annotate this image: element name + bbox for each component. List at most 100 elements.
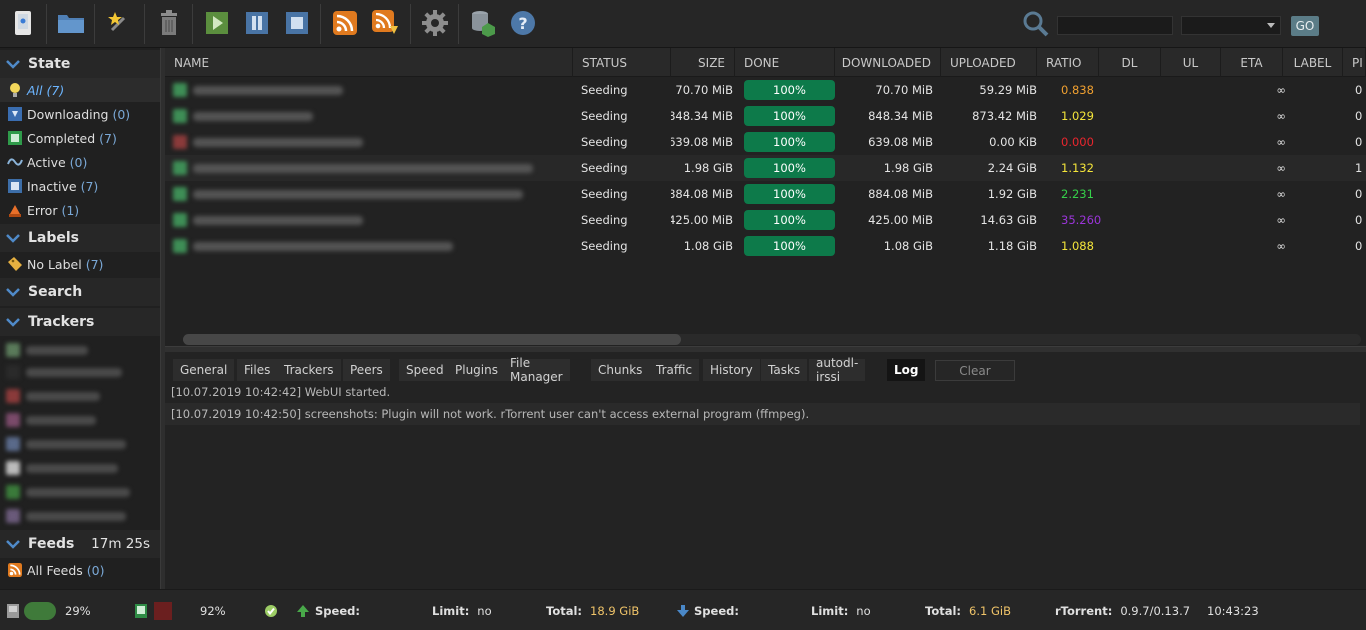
database-icon[interactable] <box>468 8 498 38</box>
go-button[interactable]: GO <box>1291 16 1319 36</box>
torrent-row[interactable]: Seeding 425.00 MiB 100% 425.00 MiB 14.63 GiB… <box>165 207 1366 233</box>
column-header-name[interactable]: NAME <box>165 48 573 77</box>
toolbar: ? GO <box>0 0 1366 48</box>
tracker-item[interactable] <box>6 342 88 358</box>
state-header[interactable]: State <box>0 50 160 78</box>
search-engine-select[interactable] <box>1181 16 1281 35</box>
torrent-status: Seeding <box>581 239 628 253</box>
chevron-down-icon <box>1267 23 1275 28</box>
disk-usage-bar <box>24 590 56 630</box>
tab-tasks[interactable]: Tasks <box>761 359 808 381</box>
rss-icon <box>7 562 23 578</box>
rss-icon[interactable] <box>330 8 360 38</box>
torrent-size: 639.08 MiB <box>671 135 733 149</box>
column-header-eta[interactable]: ETA <box>1221 48 1283 77</box>
search-input[interactable] <box>1057 16 1173 35</box>
torrent-peers: 0 <box>1355 135 1363 149</box>
column-header-downloaded[interactable]: DOWNLOADED <box>835 48 941 77</box>
rss-download-icon[interactable] <box>370 8 400 38</box>
column-header-size[interactable]: SIZE <box>671 48 735 77</box>
torrent-progress: 100% <box>735 77 835 103</box>
sidebar-item-active[interactable]: Active (0) <box>0 150 160 174</box>
tab-chunks[interactable]: Chunks <box>591 359 650 381</box>
torrent-peers: 1 <box>1355 161 1363 175</box>
sidebar-item-error[interactable]: Error (1) <box>0 198 160 222</box>
horizontal-scrollbar[interactable] <box>183 334 1361 345</box>
clock: 10:43:23 <box>1207 603 1259 618</box>
tracker-item[interactable] <box>6 436 126 452</box>
help-icon[interactable]: ? <box>508 8 538 38</box>
magic-wand-icon[interactable] <box>104 8 134 38</box>
sidebar-item-no-label[interactable]: No Label (7) <box>0 252 160 276</box>
torrent-row[interactable]: Seeding 70.70 MiB 100% 70.70 MiB 59.29 MiB 0.… <box>165 77 1366 103</box>
column-header-dl[interactable]: DL <box>1099 48 1161 77</box>
tab-plugins[interactable]: Plugins <box>448 359 505 381</box>
column-header-done[interactable]: DONE <box>735 48 835 77</box>
download-limit[interactable]: Limit: no <box>811 590 871 630</box>
torrent-row[interactable]: Seeding 884.08 MiB 100% 884.08 MiB 1.92 GiB 2… <box>165 181 1366 207</box>
power-icon[interactable] <box>8 8 38 38</box>
column-header-uploaded[interactable]: UPLOADED <box>941 48 1037 77</box>
tracker-item[interactable] <box>6 412 96 428</box>
tab-general[interactable]: General <box>173 359 235 381</box>
folder-icon[interactable] <box>56 8 86 38</box>
trackers-header[interactable]: Trackers <box>0 308 160 336</box>
upload-limit[interactable]: Limit: no <box>432 590 492 630</box>
torrent-row[interactable]: Seeding 1.08 GiB 100% 1.08 GiB 1.18 GiB 1.088… <box>165 233 1366 259</box>
sidebar-item-all[interactable]: All (7) <box>0 78 160 102</box>
sidebar-item-completed[interactable]: Completed (7) <box>0 126 160 150</box>
trash-icon[interactable] <box>154 8 184 38</box>
tracker-item[interactable] <box>6 508 126 524</box>
labels-header[interactable]: Labels <box>0 224 160 252</box>
torrent-row[interactable]: Seeding 1.98 GiB 100% 1.98 GiB 2.24 GiB 1.132… <box>165 155 1366 181</box>
tab-file-manager[interactable]: File Manager <box>503 356 570 384</box>
torrent-ratio: 35.260 <box>1053 207 1115 233</box>
tab-peers[interactable]: Peers <box>343 359 390 381</box>
torrent-row[interactable]: Seeding 639.08 MiB 100% 639.08 MiB 0.00 KiB 0… <box>165 129 1366 155</box>
progress-bar: 100% <box>744 184 835 204</box>
column-header-ratio[interactable]: RATIO <box>1037 48 1099 77</box>
tab-speed[interactable]: Speed <box>399 359 451 381</box>
ratio-value: 2.231 <box>1061 187 1094 201</box>
tab-log[interactable]: Log <box>887 359 926 381</box>
tab-files[interactable]: Files <box>237 359 278 381</box>
torrent-eta: ∞ <box>1276 83 1286 97</box>
column-header-label[interactable]: LABEL <box>1283 48 1343 77</box>
torrent-name <box>165 207 573 233</box>
gear-icon[interactable] <box>420 8 450 38</box>
tab-autodl-irssi[interactable]: autodl-irssi <box>809 356 866 384</box>
feeds-header[interactable]: Feeds 17m 25s <box>0 530 160 558</box>
clear-log-button[interactable]: Clear <box>935 360 1015 381</box>
sidebar-item-inactive[interactable]: Inactive (7) <box>0 174 160 198</box>
tracker-item[interactable] <box>6 364 122 380</box>
sidebar-item-all-feeds[interactable]: All Feeds (0) <box>0 558 160 582</box>
play-icon[interactable] <box>202 8 232 38</box>
torrent-peers: 0 <box>1355 239 1363 253</box>
pause-icon[interactable] <box>242 8 272 38</box>
torrent-size: 1.08 GiB <box>683 239 733 253</box>
column-header-status[interactable]: STATUS <box>573 48 671 77</box>
tab-traffic[interactable]: Traffic <box>649 359 700 381</box>
column-header-ul[interactable]: UL <box>1161 48 1221 77</box>
ratio-value: 35.260 <box>1061 213 1102 227</box>
scrollbar-thumb[interactable] <box>183 334 681 345</box>
memory-usage-bar <box>154 590 172 630</box>
sidebar-item-downloading[interactable]: Downloading (0) <box>0 102 160 126</box>
column-header-peers[interactable]: PI <box>1343 48 1366 77</box>
tracker-item[interactable] <box>6 460 118 476</box>
memory-icon <box>134 590 148 630</box>
completed-icon <box>7 130 23 146</box>
torrent-row[interactable]: Seeding 848.34 MiB 100% 848.34 MiB 873.42 Mi… <box>165 103 1366 129</box>
stop-icon[interactable] <box>282 8 312 38</box>
tracker-item[interactable] <box>6 388 100 404</box>
tab-history[interactable]: History <box>703 359 760 381</box>
torrent-eta: ∞ <box>1276 239 1286 253</box>
downloading-icon <box>7 106 23 122</box>
tracker-item[interactable] <box>6 484 130 500</box>
torrent-progress: 100% <box>735 129 835 155</box>
tab-trackers[interactable]: Trackers <box>277 359 341 381</box>
torrent-progress: 100% <box>735 207 835 233</box>
torrent-ratio: 0.838 <box>1053 77 1115 103</box>
error-icon <box>7 202 23 218</box>
search-header[interactable]: Search <box>0 278 160 306</box>
